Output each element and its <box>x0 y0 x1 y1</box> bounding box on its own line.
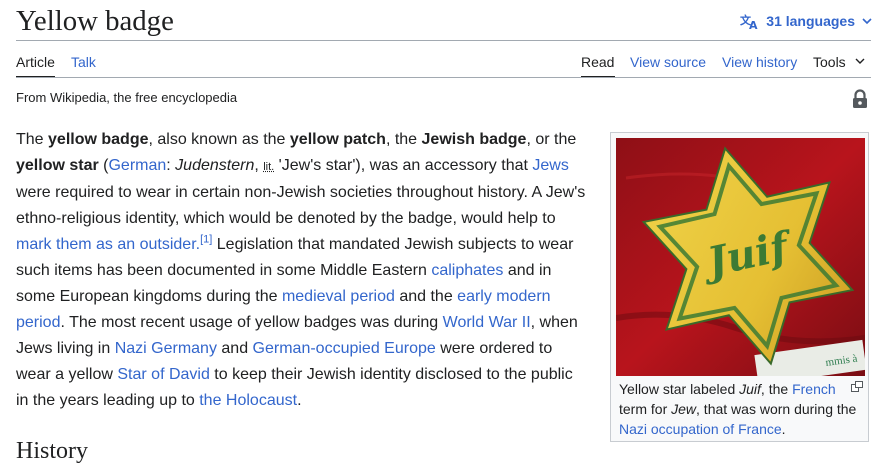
lock-icon[interactable] <box>851 89 869 114</box>
infobox-figure: mmis à Juif Yellow star labeled Juif, th… <box>610 132 869 442</box>
text: , or the <box>526 131 577 148</box>
text: : <box>166 157 176 174</box>
link-medieval-period[interactable]: medieval period <box>282 288 395 305</box>
bold-term: yellow patch <box>289 131 386 148</box>
italic-term: Judenstern <box>175 157 255 174</box>
abbr-literally: lit. <box>263 161 275 173</box>
tools-label: Tools <box>813 54 846 70</box>
text: . <box>781 421 786 437</box>
italic-term: Juif <box>739 381 761 397</box>
text: , also known as the <box>148 131 290 148</box>
text: , the <box>760 381 793 397</box>
text: , that was worn during the <box>696 401 857 417</box>
text: and <box>216 340 253 357</box>
bold-term: yellow badge <box>48 131 149 148</box>
title-divider <box>16 40 871 41</box>
tab-view-history[interactable]: View history <box>722 52 797 72</box>
languages-button[interactable]: 文 A 31 languages <box>740 11 873 31</box>
chevron-down-icon <box>861 15 873 27</box>
page-title: Yellow badge <box>16 5 174 37</box>
image-caption: Yellow star labeled Juif, the French ter… <box>619 379 862 439</box>
link-caliphates[interactable]: caliphates <box>431 262 503 279</box>
text: The <box>16 131 49 148</box>
link-nazi-germany[interactable]: Nazi Germany <box>115 340 217 357</box>
chevron-down-icon <box>854 52 866 72</box>
tab-read[interactable]: Read <box>581 52 614 72</box>
link-german[interactable]: German <box>108 157 166 174</box>
text: and the <box>394 288 458 305</box>
text: Yellow star labeled <box>619 381 740 397</box>
languages-label: 31 languages <box>766 13 855 29</box>
link-german-occupied-europe[interactable]: German-occupied Europe <box>253 340 436 357</box>
text: were required to wear in certain non-Jew… <box>16 184 586 227</box>
link-the-holocaust[interactable]: the Holocaust <box>199 392 297 409</box>
text: . <box>297 392 302 409</box>
svg-text:A: A <box>749 19 758 30</box>
section-heading-history: History <box>16 438 88 464</box>
link-star-of-david[interactable]: Star of David <box>117 366 209 383</box>
link-french[interactable]: French <box>792 381 836 397</box>
link-jews[interactable]: Jews <box>532 157 568 174</box>
link-world-war-ii[interactable]: World War II <box>443 314 531 331</box>
bold-term: yellow star <box>16 157 99 174</box>
bold-term: Jewish badge <box>421 131 527 148</box>
yellow-star-image[interactable]: mmis à Juif <box>616 138 865 376</box>
link-nazi-occupation-of-france[interactable]: Nazi occupation of France <box>619 421 782 437</box>
tab-talk[interactable]: Talk <box>71 52 96 72</box>
tab-article[interactable]: Article <box>16 52 55 72</box>
text: , <box>254 157 264 174</box>
link-mark-as-outsider[interactable]: mark them as an outsider. <box>16 236 200 253</box>
tab-view-source[interactable]: View source <box>630 52 706 72</box>
site-tagline: From Wikipedia, the free encyclopedia <box>16 90 238 105</box>
translate-icon: 文 A <box>740 12 760 30</box>
tools-menu-button[interactable]: Tools <box>813 52 866 72</box>
text: term for <box>619 401 672 417</box>
reference-1[interactable]: [1] <box>200 234 212 246</box>
text: . The most recent usage of yellow badges… <box>60 314 443 331</box>
text: 'Jew's star'), was an accessory that <box>274 157 533 174</box>
text: , the <box>385 131 422 148</box>
italic-term: Jew <box>671 401 697 417</box>
lead-paragraph: The yellow badge, also known as the yell… <box>16 127 588 414</box>
tabs-divider <box>16 77 871 78</box>
